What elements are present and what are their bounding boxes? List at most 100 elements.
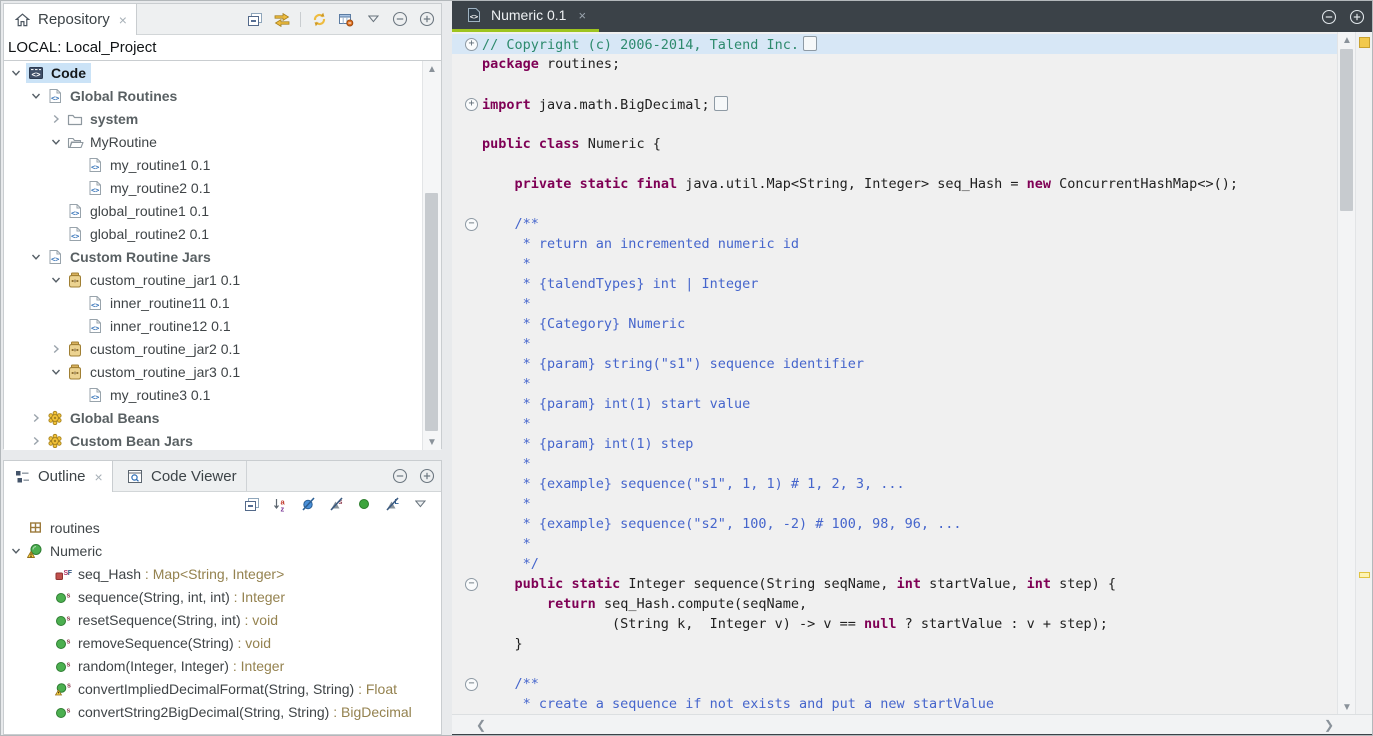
code-line[interactable]: * [452, 534, 1338, 554]
code-line[interactable]: +import java.math.BigDecimal; [452, 94, 1338, 114]
code-line[interactable]: − /** [452, 674, 1338, 694]
hide-non-public-icon[interactable] [355, 495, 373, 513]
tab-code-viewer[interactable]: Code Viewer [117, 461, 247, 491]
repo-tree-item[interactable]: <>global_routine2 0.1 [4, 222, 441, 245]
editor-vscrollbar[interactable]: ▲ ▼ [1337, 32, 1356, 715]
code-area[interactable]: +// Copyright (c) 2006-2014, Talend Inc.… [452, 32, 1338, 715]
sort-icon[interactable]: az [271, 495, 289, 513]
scrollbar-thumb[interactable] [425, 193, 438, 431]
code-line[interactable]: (String k, Integer v) -> v == null ? sta… [452, 614, 1338, 634]
outline-item[interactable]: sconvertString2BigDecimal(String, String… [4, 700, 441, 723]
code-line[interactable]: } [452, 634, 1338, 654]
scroll-left-icon[interactable]: ❮ [476, 715, 486, 734]
repo-tree-item[interactable]: custom_routine_jar3 0.1 [4, 360, 441, 383]
editor-hscrollbar[interactable]: ❮ ❯ [452, 714, 1373, 734]
swap-arrows-icon[interactable] [273, 10, 291, 28]
repo-tree-item[interactable]: custom_routine_jar1 0.1 [4, 268, 441, 291]
repo-tree-item[interactable]: <>my_routine1 0.1 [4, 153, 441, 176]
repo-tree-item[interactable]: <>Global Routines [4, 84, 441, 107]
outline-item[interactable]: srandom(Integer, Integer) : Integer [4, 654, 441, 677]
repo-tree-item[interactable]: <>Code [4, 61, 441, 84]
close-icon[interactable]: × [578, 8, 586, 23]
filter-table-icon[interactable] [337, 10, 355, 28]
code-line[interactable]: private static final java.util.Map<Strin… [452, 174, 1338, 194]
code-line[interactable] [452, 114, 1338, 134]
chevron-expanded-icon[interactable] [46, 367, 66, 377]
collapse-all-icon[interactable] [246, 10, 264, 28]
collapsed-code-icon[interactable] [803, 36, 817, 51]
code-line[interactable]: * [452, 254, 1338, 274]
close-icon[interactable]: × [119, 12, 127, 28]
hide-static-members-icon[interactable]: s [327, 495, 345, 513]
occurrence-marker-icon[interactable] [1359, 572, 1370, 578]
code-line[interactable]: +// Copyright (c) 2006-2014, Talend Inc. [452, 34, 1338, 54]
scroll-down-icon[interactable]: ▼ [1338, 699, 1356, 715]
repo-tree-item[interactable]: MyRoutine [4, 130, 441, 153]
outline-item[interactable]: sconvertImpliedDecimalFormat(String, Str… [4, 677, 441, 700]
repo-tree-item[interactable]: <>Custom Routine Jars [4, 245, 441, 268]
repo-tree-item[interactable]: Global Beans [4, 406, 441, 429]
minimize-icon[interactable] [391, 467, 409, 485]
repo-tree-item[interactable]: <>my_routine2 0.1 [4, 176, 441, 199]
chevron-collapsed-icon[interactable] [26, 436, 46, 446]
scroll-up-icon[interactable]: ▲ [423, 61, 441, 77]
code-line[interactable] [452, 194, 1338, 214]
chevron-expanded-icon[interactable] [6, 68, 26, 78]
tab-outline[interactable]: Outline × [4, 461, 113, 492]
code-line[interactable]: * [452, 374, 1338, 394]
chevron-expanded-icon[interactable] [6, 546, 26, 556]
overview-ruler[interactable] [1355, 32, 1373, 715]
scroll-up-icon[interactable]: ▲ [1338, 32, 1356, 48]
scrollbar-thumb[interactable] [1340, 49, 1353, 211]
maximize-icon[interactable] [1348, 8, 1366, 26]
chevron-expanded-icon[interactable] [46, 275, 66, 285]
code-line[interactable]: * [452, 454, 1338, 474]
collapsed-code-icon[interactable] [714, 96, 728, 111]
repo-tree-item[interactable]: custom_routine_jar2 0.1 [4, 337, 441, 360]
code-line[interactable] [452, 654, 1338, 674]
repo-tree-item[interactable]: <>global_routine1 0.1 [4, 199, 441, 222]
chevron-collapsed-icon[interactable] [46, 114, 66, 124]
chevron-collapsed-icon[interactable] [46, 344, 66, 354]
outline-item[interactable]: sresetSequence(String, int) : void [4, 608, 441, 631]
minimize-icon[interactable] [1320, 8, 1338, 26]
chevron-expanded-icon[interactable] [26, 252, 46, 262]
code-line[interactable]: * {example} sequence("s2", 100, -2) # 10… [452, 514, 1338, 534]
code-line[interactable]: * {param} int(1) step [452, 434, 1338, 454]
outline-item[interactable]: SFseq_Hash : Map<String, Integer> [4, 562, 441, 585]
hide-fields-icon[interactable] [299, 495, 317, 513]
tab-repository[interactable]: Repository × [4, 4, 137, 35]
code-line[interactable]: − public static Integer sequence(String … [452, 574, 1338, 594]
repo-tree-item[interactable]: <>my_routine3 0.1 [4, 383, 441, 406]
code-line[interactable]: − /** [452, 214, 1338, 234]
outline-item[interactable]: Numeric [4, 539, 441, 562]
code-line[interactable]: * [452, 494, 1338, 514]
repo-tree-item[interactable]: <>inner_routine12 0.1 [4, 314, 441, 337]
scroll-down-icon[interactable]: ▼ [423, 434, 441, 450]
refresh-icon[interactable] [310, 10, 328, 28]
code-line[interactable]: * {param} int(1) start value [452, 394, 1338, 414]
chevron-expanded-icon[interactable] [46, 137, 66, 147]
code-line[interactable]: * create a sequence if not exists and pu… [452, 694, 1338, 714]
annotation-square-icon[interactable] [1359, 37, 1370, 48]
code-line[interactable]: * {param} string("s1") sequence identifi… [452, 354, 1338, 374]
code-line[interactable] [452, 154, 1338, 174]
code-line[interactable]: * {talendTypes} int | Integer [452, 274, 1338, 294]
code-line[interactable]: return seq_Hash.compute(seqName, [452, 594, 1338, 614]
minimize-icon[interactable] [391, 10, 409, 28]
tab-numeric-editor[interactable]: <> Numeric 0.1 × [452, 1, 599, 32]
view-menu-icon[interactable] [364, 10, 382, 28]
code-line[interactable] [452, 74, 1338, 94]
scroll-right-icon[interactable]: ❯ [1324, 715, 1334, 734]
view-menu-icon[interactable] [411, 495, 429, 513]
fold-collapse-icon[interactable]: − [465, 578, 478, 591]
collapse-all-icon[interactable] [243, 495, 261, 513]
fold-expand-icon[interactable]: + [465, 38, 478, 51]
fold-collapse-icon[interactable]: − [465, 218, 478, 231]
code-line[interactable]: * return an incremented numeric id [452, 234, 1338, 254]
code-line[interactable]: * [452, 334, 1338, 354]
chevron-collapsed-icon[interactable] [26, 413, 46, 423]
repo-tree-item[interactable]: <>inner_routine11 0.1 [4, 291, 441, 314]
repository-scrollbar[interactable]: ▲ ▼ [422, 61, 441, 450]
hide-local-types-icon[interactable]: L [383, 495, 401, 513]
